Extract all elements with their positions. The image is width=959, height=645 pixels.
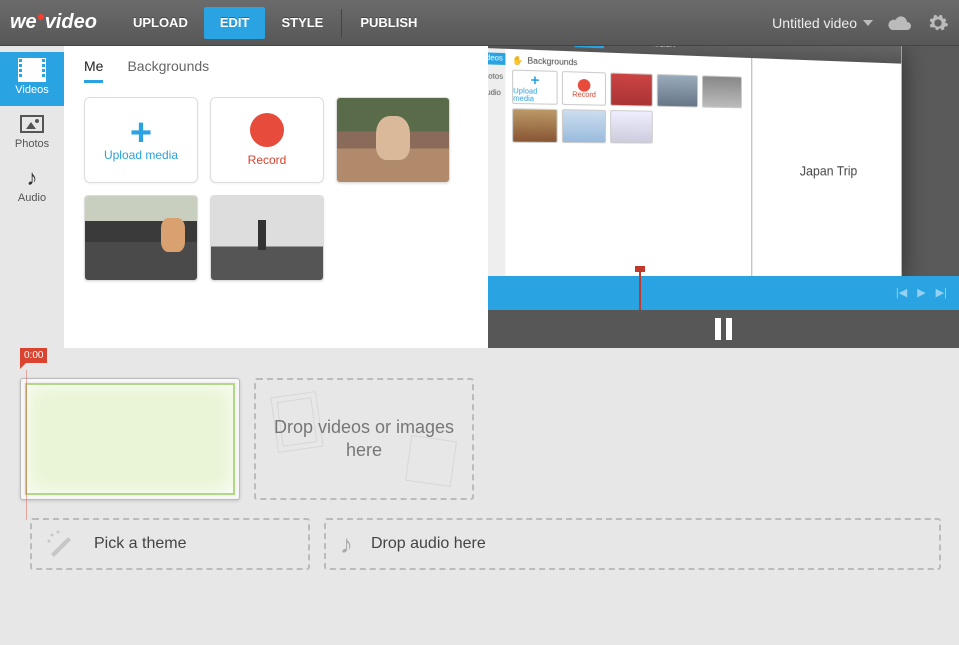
media-panel: Me Backgrounds + Upload media Record [64,46,488,348]
photo-icon [18,112,46,136]
drop-video-zone[interactable]: Drop videos or images here [254,378,474,500]
tab-me[interactable]: Me [84,58,103,83]
media-tabs: Me Backgrounds [84,58,472,83]
prev-icon[interactable]: |◀ [896,286,907,299]
drop-audio-label: Drop audio here [371,535,486,553]
project-title-text: Untitled video [772,15,857,31]
preview-mini-record: Record [561,71,605,106]
nav-style[interactable]: STYLE [265,7,339,39]
upload-media-button[interactable]: + Upload media [84,97,198,183]
nav-publish[interactable]: PUBLISH [344,7,433,39]
preview-mini-thumb [512,108,558,143]
preview-mini-thumb [610,110,653,144]
timeline-clip-1[interactable] [20,378,240,500]
play-icon[interactable]: ▶ [917,286,925,299]
preview-mini-rail-audio: Audio [488,89,500,97]
upload-label: Upload media [104,148,178,162]
preview-content: wevideo UPLOAD EDIT STYLE PUBLISH Videos… [488,46,901,276]
nav-upload[interactable]: UPLOAD [117,7,204,39]
topbar: we video UPLOAD EDIT STYLE PUBLISH Untit… [0,0,959,46]
preview-mini-media: ✋ Backgrounds +Upload media Record [505,49,751,276]
film-icon [18,58,46,82]
preview-mini-upload: +Upload media [512,69,558,104]
seek-playhead-icon[interactable] [639,268,641,310]
nav-separator [341,9,342,37]
rail-audio[interactable]: ♪ Audio [0,160,64,214]
media-clip-1[interactable] [336,97,450,183]
preview-mini-thumb [561,109,605,143]
preview-seek-bar[interactable]: |◀ ▶ ▶| [488,276,959,310]
magic-wand-icon [46,529,76,559]
media-clip-2[interactable] [84,195,198,281]
rail-photos-label: Photos [15,138,49,150]
preview-mini-nav-upload: UPLOAD [531,46,575,47]
preview-canvas[interactable]: wevideo UPLOAD EDIT STYLE PUBLISH Videos… [488,46,959,276]
main-nav: UPLOAD EDIT STYLE PUBLISH [117,7,433,39]
record-label: Record [248,153,287,167]
clip-thumbnail [25,383,235,495]
media-grid: + Upload media Record [84,97,472,281]
playhead-line-icon [26,370,27,520]
editor-body: Videos Photos ♪ Audio Me Backgrounds + U… [0,46,959,348]
preview-mini-rail-photos: Photos [488,73,503,81]
preview-mini-grid: +Upload media Record [512,69,746,144]
music-note-icon: ♪ [340,529,353,560]
time-ruler[interactable]: 0:00 [14,348,959,370]
logo-dot-icon [38,14,44,20]
chevron-down-icon [863,20,873,26]
logo-text-right: video [45,11,97,34]
preview-pane: wevideo UPLOAD EDIT STYLE PUBLISH Videos… [488,46,959,348]
preview-mini-cursor-icon: ✋ [512,56,523,66]
logo[interactable]: we video [10,11,97,34]
plus-icon: + [130,118,152,148]
preview-mini-nav-publish: PUBLISH [639,46,681,51]
rail-photos[interactable]: Photos [0,106,64,160]
rail-audio-label: Audio [18,192,46,204]
pick-theme-label: Pick a theme [94,535,186,553]
rail-videos[interactable]: Videos [0,52,64,106]
preview-mini-thumb [656,74,697,108]
nav-edit[interactable]: EDIT [204,7,266,39]
note-icon: ♪ [18,166,46,190]
media-clip-3[interactable] [210,195,324,281]
topbar-right: Untitled video [772,12,949,34]
preview-mini-rail: Videos Photos Audio [488,48,505,276]
preview-slide: Japan Trip [751,58,901,276]
next-icon[interactable]: ▶| [936,286,947,299]
pause-icon-bar [726,318,732,340]
preview-mini-body: Videos Photos Audio ✋ Backgrounds +Uploa… [488,48,901,276]
tab-backgrounds[interactable]: Backgrounds [127,58,209,83]
preview-mini-thumb [610,73,653,107]
record-dot-icon [250,113,284,147]
drop-video-label: Drop videos or images here [256,416,472,463]
preview-mini-controls: |◀ ▶ ▶| [896,286,947,299]
project-title-dropdown[interactable]: Untitled video [772,15,873,31]
preview-mini-nav-edit: EDIT [574,46,603,48]
timeline: 0:00 Drop videos or images here Pick a t… [0,348,959,590]
settings-gear-icon[interactable] [927,12,949,34]
preview-mini-nav-style: STYLE [604,46,639,49]
pause-button[interactable] [715,318,732,340]
preview-mini-backgrounds-tab: Backgrounds [527,56,577,67]
lower-tracks: Pick a theme ♪ Drop audio here [14,518,959,590]
cloud-sync-icon[interactable] [887,14,913,32]
pause-icon-bar [715,318,721,340]
preview-mini-rail-videos: Videos [488,52,505,65]
pick-theme-button[interactable]: Pick a theme [30,518,310,570]
preview-mini-thumb [701,75,741,108]
video-track[interactable]: Drop videos or images here [20,378,959,500]
playhead-time: 0:00 [24,350,43,361]
preview-control-bar [488,310,959,348]
record-button[interactable]: Record [210,97,324,183]
media-type-rail: Videos Photos ♪ Audio [0,46,64,348]
logo-text-left: we [10,11,37,34]
playhead-flag[interactable]: 0:00 [20,348,47,363]
rail-videos-label: Videos [15,84,48,96]
drop-audio-zone[interactable]: ♪ Drop audio here [324,518,941,570]
preview-slide-title: Japan Trip [799,163,857,179]
